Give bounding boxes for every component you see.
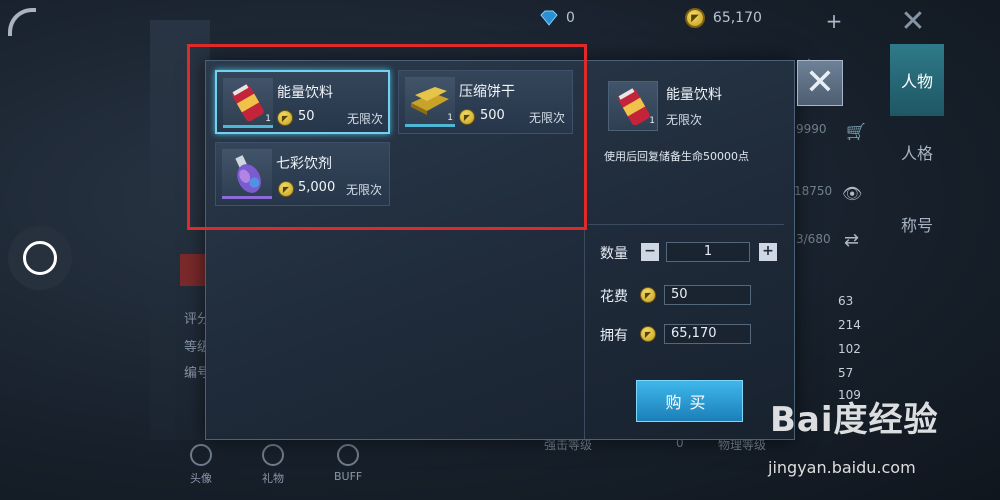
detail-item-icon: 1 xyxy=(608,81,658,131)
side-fragment: 18750 xyxy=(794,184,833,198)
diamond-count: 0 xyxy=(566,10,575,26)
side-tabs: 人物 人格 称号 xyxy=(890,44,944,260)
detail-name: 能量饮料 xyxy=(666,87,722,103)
close-button[interactable]: ✕ xyxy=(797,60,843,106)
side-fragment: 3/680 xyxy=(796,232,831,246)
coin-icon: ◤ xyxy=(640,287,656,303)
badge-icon xyxy=(180,254,208,286)
gift-tab[interactable]: 礼物 xyxy=(262,444,284,486)
diamond-icon xyxy=(540,10,558,26)
eye-icon[interactable]: 👁 xyxy=(842,184,862,203)
gift-label: 礼物 xyxy=(262,472,284,485)
stat-value: 214 xyxy=(838,318,861,332)
tab-personality[interactable]: 人格 xyxy=(890,116,944,188)
coin-counter: ◤ 65,170 xyxy=(684,8,762,28)
tab-character[interactable]: 人物 xyxy=(890,44,944,116)
avatar-tab[interactable]: 头像 xyxy=(190,444,212,486)
buy-button[interactable]: 购买 xyxy=(636,380,743,422)
joystick-button[interactable] xyxy=(8,226,72,290)
watermark-url: jingyan.baidu.com xyxy=(768,458,916,477)
buff-tab[interactable]: BUFF xyxy=(334,444,362,486)
owned-label: 拥有 xyxy=(600,328,628,344)
bottom-toolbar: 头像 礼物 BUFF xyxy=(190,444,362,486)
quantity-label: 数量 xyxy=(600,246,628,262)
background-close-icon[interactable]: ✕ xyxy=(895,5,931,41)
swap-icon[interactable]: ⇄ xyxy=(844,230,859,251)
cost-label: 花费 xyxy=(600,289,628,305)
buff-icon xyxy=(337,444,360,466)
tab-title[interactable]: 称号 xyxy=(890,188,944,260)
detail-qty: 1 xyxy=(649,116,655,126)
currency-bar: 0 ◤ 65,170 xyxy=(540,8,762,28)
stat-value: 102 xyxy=(838,342,861,356)
divider xyxy=(588,224,784,225)
cost-value: 50 xyxy=(664,285,751,305)
coin-icon: ◤ xyxy=(684,8,705,28)
watermark-logo: Bai度经验 xyxy=(770,400,939,440)
baidu-watermark: Bai度经验 xyxy=(770,392,939,441)
detail-description: 使用后回复储备生命50000点 xyxy=(604,150,749,163)
increment-button[interactable]: + xyxy=(759,243,777,261)
coin-icon: ◤ xyxy=(640,326,656,342)
coin-count: 65,170 xyxy=(712,10,762,26)
cart-icon[interactable]: 🛒 xyxy=(846,122,866,141)
stat-value: 63 xyxy=(838,294,854,308)
avatar-label: 头像 xyxy=(190,472,212,485)
diamond-counter: 0 xyxy=(540,9,575,27)
quantity-input[interactable]: 1 xyxy=(666,242,750,262)
owned-value: 65,170 xyxy=(664,324,751,344)
buff-label: BUFF xyxy=(334,470,363,483)
highlight-box xyxy=(187,44,587,230)
detail-limit: 无限次 xyxy=(666,113,703,127)
stat-value: 57 xyxy=(838,366,854,380)
add-currency-button[interactable]: + xyxy=(822,10,846,34)
rabbit-icon xyxy=(190,444,212,466)
gift-icon xyxy=(262,444,284,466)
ring-icon xyxy=(23,241,57,275)
side-fragment: 9990 xyxy=(796,122,827,136)
decrement-button[interactable]: − xyxy=(641,243,659,261)
